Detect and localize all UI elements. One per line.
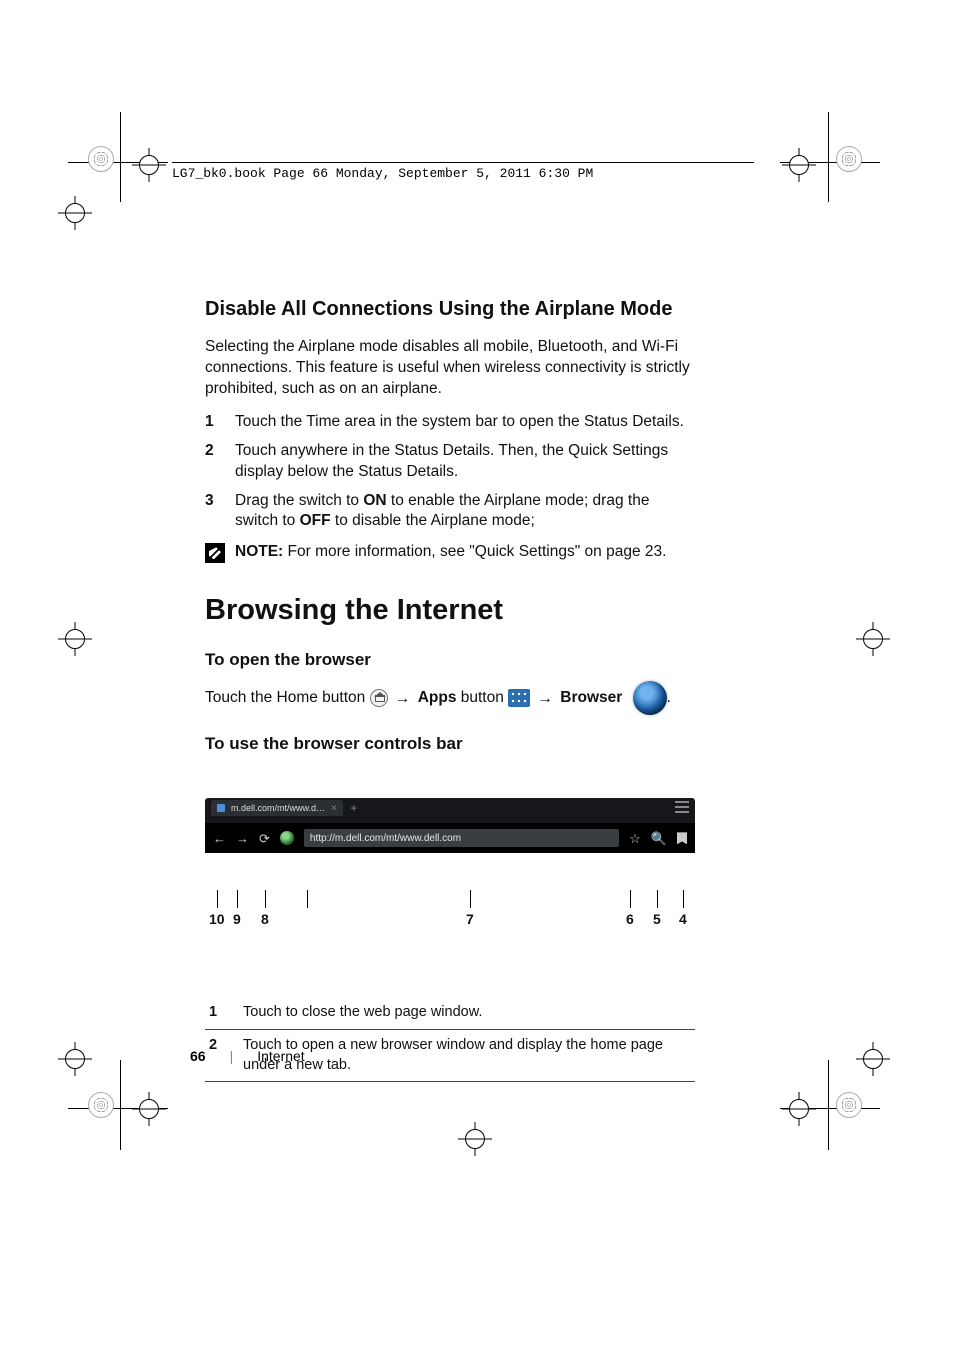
step-item: 2 Touch anywhere in the Status Details. …: [205, 441, 695, 483]
step-number: 2: [205, 441, 235, 483]
open-browser-line: Touch the Home button → Apps button → Br…: [205, 681, 695, 715]
step-text: Touch the Time area in the system bar to…: [235, 412, 695, 433]
browser-diagram: 1 2 3 m.dell.com/mt/www.d… × + ← → ⟳ htt…: [205, 798, 695, 983]
arrow-icon: →: [534, 690, 556, 707]
callout-line: [217, 890, 218, 908]
browser-screenshot: m.dell.com/mt/www.d… × + ← → ⟳ http://m.…: [205, 798, 695, 853]
callout-line: [265, 890, 266, 908]
callout-5: 5: [653, 910, 661, 929]
registration-target: [458, 1122, 492, 1156]
tab-bar: m.dell.com/mt/www.d… × +: [205, 798, 695, 818]
legend-text: Touch to close the web page window.: [239, 997, 695, 1029]
browser-tab[interactable]: m.dell.com/mt/www.d… ×: [211, 800, 343, 816]
legend-text: Touch to open a new browser window and d…: [239, 1029, 695, 1081]
text-pre: Touch the Home button: [205, 690, 370, 707]
step-number: 3: [205, 491, 235, 533]
star-icon[interactable]: ☆: [629, 832, 641, 845]
registration-target: [58, 196, 92, 230]
search-icon[interactable]: 🔍: [651, 832, 667, 845]
url-bar[interactable]: http://m.dell.com/mt/www.dell.com: [304, 829, 619, 847]
note-icon: [205, 543, 225, 563]
note-text: NOTE: For more information, see "Quick S…: [235, 542, 666, 563]
registration-target: [58, 622, 92, 656]
intro-paragraph: Selecting the Airplane mode disables all…: [205, 337, 695, 400]
registration-target: [132, 1092, 166, 1126]
registration-mark: [836, 1092, 862, 1118]
chapter-heading: Browsing the Internet: [205, 591, 695, 630]
apps-icon: [508, 689, 530, 707]
registration-target: [58, 1042, 92, 1076]
footer-divider: |: [230, 1048, 234, 1064]
legend-num: 1: [205, 997, 239, 1029]
favicon-icon: [217, 804, 225, 812]
site-globe-icon: [280, 831, 294, 845]
footer-section: Internet: [257, 1048, 304, 1064]
bookmark-icon[interactable]: [677, 832, 687, 844]
step-text: Touch anywhere in the Status Details. Th…: [235, 441, 695, 483]
registration-target: [132, 148, 166, 182]
registration-mark: [88, 1092, 114, 1118]
step-item: 3 Drag the switch to ON to enable the Ai…: [205, 491, 695, 533]
crop-line: [120, 1060, 121, 1150]
callout-10: 10: [209, 910, 225, 929]
callout-7: 7: [466, 910, 474, 929]
arrow-icon: →: [392, 690, 414, 707]
callout-9: 9: [233, 910, 241, 929]
browser-label: Browser: [560, 690, 622, 707]
callout-line: [470, 890, 471, 908]
callout-line: [237, 890, 238, 908]
callout-4: 4: [679, 910, 687, 929]
callout-line: [307, 890, 308, 908]
forward-icon[interactable]: →: [236, 832, 249, 845]
crop-line: [120, 112, 121, 202]
step-text: Drag the switch to ON to enable the Airp…: [235, 491, 695, 533]
print-header: LG7_bk0.book Page 66 Monday, September 5…: [172, 166, 593, 181]
period: .: [667, 690, 671, 707]
registration-mark: [836, 146, 862, 172]
note-body: For more information, see "Quick Setting…: [283, 543, 666, 560]
browser-toolbar: ← → ⟳ http://m.dell.com/mt/www.dell.com …: [205, 823, 695, 853]
crop-line: [828, 1060, 829, 1150]
section-heading-open-browser: To open the browser: [205, 649, 695, 672]
registration-target: [782, 1092, 816, 1126]
close-tab-icon[interactable]: ×: [331, 802, 337, 816]
section-heading-controls-bar: To use the browser controls bar: [205, 733, 695, 756]
note-label: NOTE:: [235, 543, 283, 560]
crop-line: [828, 112, 829, 202]
tab-title: m.dell.com/mt/www.d…: [231, 802, 325, 814]
step-item: 1 Touch the Time area in the system bar …: [205, 412, 695, 433]
new-tab-button[interactable]: +: [347, 801, 361, 815]
table-row: 1 Touch to close the web page window.: [205, 997, 695, 1029]
note-row: NOTE: For more information, see "Quick S…: [205, 542, 695, 563]
button-word: button: [456, 690, 508, 707]
callout-line: [683, 890, 684, 908]
registration-target: [856, 1042, 890, 1076]
reload-icon[interactable]: ⟳: [259, 832, 270, 845]
section-heading-airplane: Disable All Connections Using the Airpla…: [205, 296, 695, 323]
callout-line: [630, 890, 631, 908]
registration-mark: [88, 146, 114, 172]
step3-post: to disable the Airplane mode;: [331, 512, 535, 529]
callout-8: 8: [261, 910, 269, 929]
callout-6: 6: [626, 910, 634, 929]
step3-pre: Drag the switch to: [235, 492, 363, 509]
url-text: http://m.dell.com/mt/www.dell.com: [310, 832, 461, 846]
home-icon: [370, 689, 388, 707]
page-number: 66: [190, 1048, 206, 1064]
browser-globe-icon: [633, 681, 667, 715]
apps-label: Apps: [418, 690, 457, 707]
header-rule: [172, 162, 754, 163]
steps-list: 1 Touch the Time area in the system bar …: [205, 412, 695, 533]
callout-line: [657, 890, 658, 908]
legend-table: 1 Touch to close the web page window. 2 …: [205, 997, 695, 1082]
off-label: OFF: [300, 512, 331, 529]
menu-icon[interactable]: [675, 801, 689, 813]
back-icon[interactable]: ←: [213, 832, 226, 845]
step-number: 1: [205, 412, 235, 433]
on-label: ON: [363, 492, 386, 509]
page-footer: 66 | Internet: [190, 1048, 305, 1064]
registration-target: [856, 622, 890, 656]
registration-target: [782, 148, 816, 182]
